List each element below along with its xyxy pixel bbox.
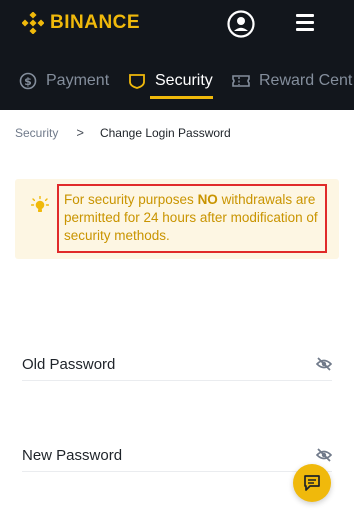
tab-bar: $ Payment Security Reward Cent xyxy=(0,66,354,100)
security-notice: For security purposes NO withdrawals are… xyxy=(15,179,339,259)
tab-payment[interactable]: $ Payment xyxy=(19,66,109,96)
eye-off-icon[interactable] xyxy=(316,356,332,372)
ticket-icon xyxy=(232,75,250,87)
tab-security-label: Security xyxy=(155,72,213,89)
breadcrumb-parent-link[interactable]: Security xyxy=(15,126,58,140)
app-header: BINANCE $ Payment Security Reward Cent xyxy=(0,0,354,110)
chat-icon xyxy=(304,475,320,491)
lightbulb-icon xyxy=(31,196,49,212)
hamburger-menu-icon xyxy=(296,14,314,17)
notice-emphasis: NO xyxy=(197,192,218,207)
old-password-field[interactable]: Old Password xyxy=(22,350,332,381)
breadcrumb-current: Change Login Password xyxy=(99,125,231,140)
shield-icon xyxy=(129,74,145,89)
logo-text: BINANCE xyxy=(50,12,141,33)
user-circle-icon xyxy=(227,10,255,38)
tab-payment-label: Payment xyxy=(46,72,110,89)
active-tab-indicator xyxy=(150,96,213,99)
new-password-field[interactable]: New Password xyxy=(22,441,332,472)
binance-logo[interactable]: BINANCE xyxy=(22,11,140,35)
old-password-label: Old Password xyxy=(22,356,116,373)
tab-reward-center[interactable]: Reward Cent xyxy=(232,66,352,96)
chat-button[interactable] xyxy=(293,464,331,502)
chevron-right-icon: > xyxy=(76,125,84,140)
eye-off-icon[interactable] xyxy=(316,447,332,463)
menu-button[interactable] xyxy=(296,14,314,34)
svg-text:$: $ xyxy=(24,75,32,88)
tab-reward-center-label: Reward Cent xyxy=(259,72,353,89)
breadcrumb: Security > Change Login Password xyxy=(15,125,231,140)
binance-logo-icon xyxy=(22,12,44,34)
new-password-label: New Password xyxy=(22,447,123,464)
dollar-circle-icon: $ xyxy=(19,72,37,90)
account-button[interactable] xyxy=(227,10,255,38)
notice-text: For security purposes NO withdrawals are… xyxy=(57,184,327,253)
tab-security[interactable]: Security xyxy=(128,66,213,99)
